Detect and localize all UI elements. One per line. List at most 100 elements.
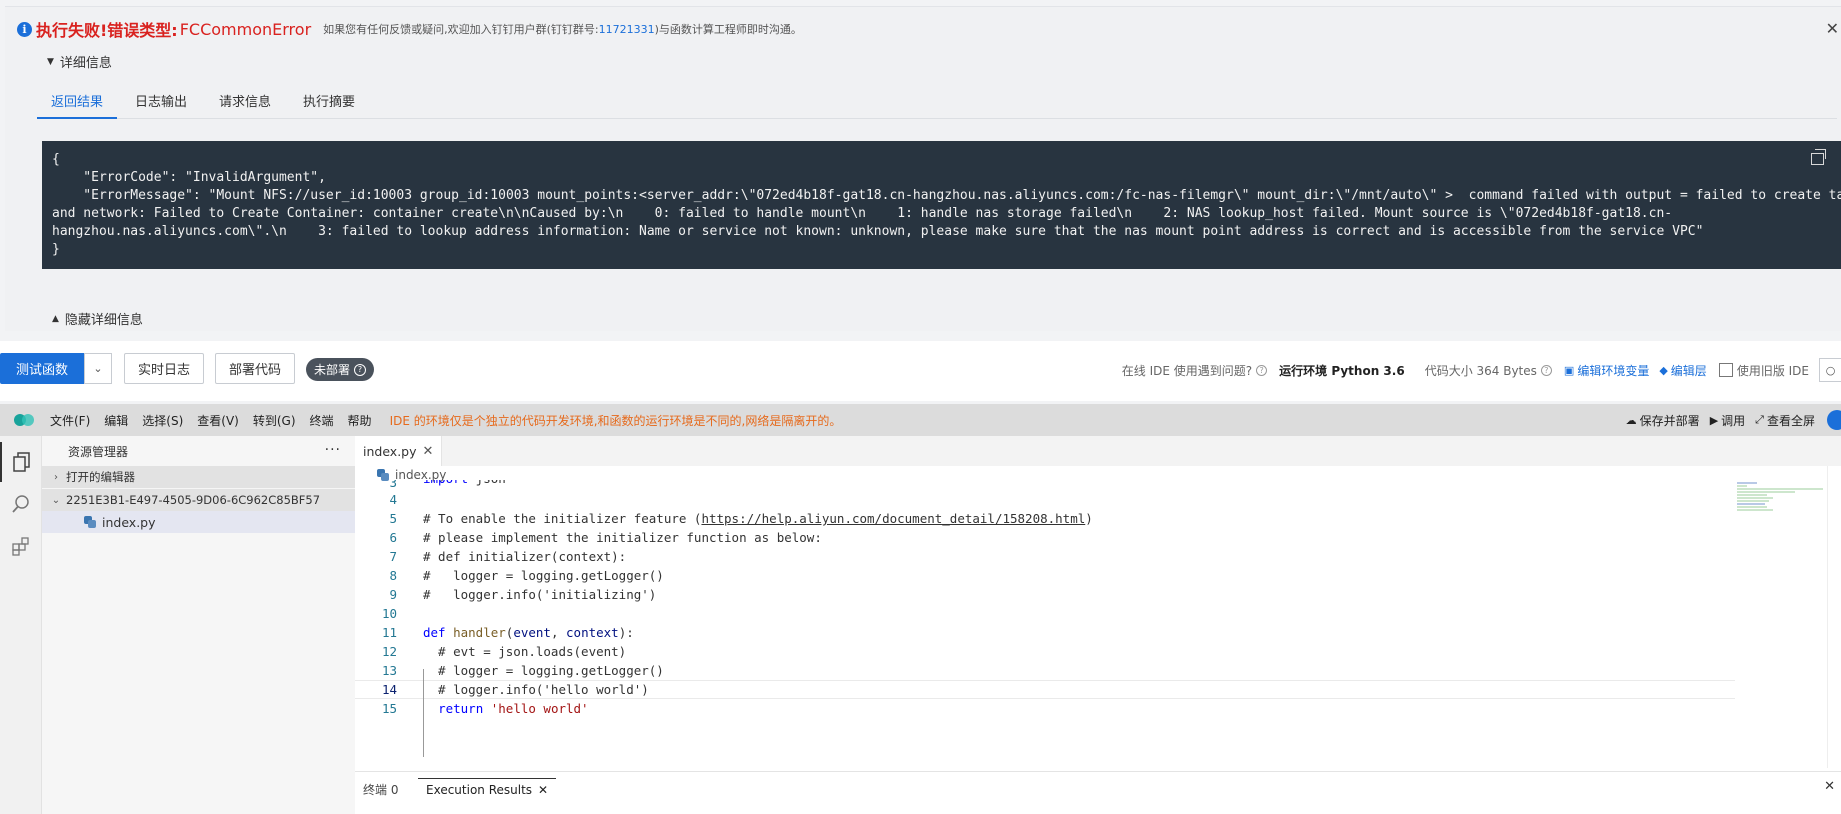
minimap[interactable] [1737, 482, 1827, 522]
bottom-panel: 终端 0 Execution Results ✕ ✕ [355, 771, 1841, 814]
search-icon[interactable]: ○ [1819, 358, 1841, 382]
edit-env-link[interactable]: 编辑环境变量 [1577, 362, 1649, 379]
explorer-panel: 资源管理器 ··· › 打开的编辑器 ⌄ 2251E3B1-E497-4505-… [42, 436, 355, 814]
error-tip: 如果您有任何反馈或疑问,欢迎加入钉钉用户群(钉钉群号:11721331)与函数计… [323, 23, 802, 36]
menu-file[interactable]: 文件(F) [50, 412, 90, 429]
avatar[interactable] [1827, 410, 1841, 430]
ide-actions: ☁ 保存并部署 ▶ 调用 ⤢ 查看全屏 [1616, 404, 1841, 436]
code-line: 15 return 'hello world' [381, 701, 589, 716]
group-number[interactable]: 11721331 [599, 23, 655, 36]
code-line: 5 # To enable the initializer feature (ht… [389, 511, 1093, 526]
menu-selection[interactable]: 选择(S) [142, 412, 183, 429]
close-icon[interactable]: ✕ [538, 783, 548, 797]
hide-detail-toggle[interactable]: ▲ 隐藏详细信息 [52, 309, 143, 328]
fullscreen-button[interactable]: ⤢ 查看全屏 [1755, 412, 1815, 429]
output-line: and network: Failed to Create Container:… [52, 206, 1673, 221]
cloud-upload-icon: ☁ [1625, 413, 1637, 427]
tab-request-info[interactable]: 请求信息 [205, 83, 285, 119]
activity-bar [0, 436, 42, 814]
copy-icon[interactable] [1811, 149, 1826, 165]
page-root: i 执行失败!错误类型: FCCommonError 如果您有任何反馈或疑问,欢… [0, 0, 1841, 814]
code-line: 10 [381, 606, 397, 621]
open-editors-section[interactable]: › 打开的编辑器 [42, 466, 355, 488]
help-icon: ? [354, 363, 367, 376]
function-toolbar: 测试函数 ⌄ 实时日志 部署代码 未部署 ? 在线 IDE 使用遇到问题? ? … [0, 341, 1841, 401]
menu-terminal[interactable]: 终端 [310, 412, 334, 429]
close-icon[interactable]: ✕ [1826, 19, 1839, 38]
code-line: 4 [389, 492, 397, 507]
search-icon[interactable] [0, 484, 42, 524]
status-badge[interactable]: 未部署 ? [306, 358, 375, 381]
error-output: { "ErrorCode": "InvalidArgument", "Error… [42, 141, 1841, 269]
error-type: FCCommonError [179, 19, 312, 39]
code-editor: index.py ✕ index.py 3import json 4 5# To… [355, 436, 1841, 814]
editor-tabbar: index.py ✕ [355, 436, 1841, 466]
result-tabs: 返回结果 日志输出 请求信息 执行摘要 [37, 83, 1837, 119]
deploy-code-button[interactable]: 部署代码 [215, 353, 295, 384]
output-line: { [52, 152, 60, 167]
triangle-up-icon: ▲ [52, 313, 59, 324]
menu-view[interactable]: 查看(V) [197, 412, 239, 429]
output-line: "ErrorCode": "InvalidArgument", [52, 170, 326, 185]
code-line: 8 # logger = logging.getLogger() [389, 568, 664, 583]
code-size-label: 代码大小 364 Bytes [1424, 363, 1537, 378]
code-line: 13 # logger = logging.getLogger() [381, 663, 664, 678]
scrollbar[interactable] [1827, 466, 1841, 768]
help-icon: ? [1256, 364, 1268, 376]
chevron-down-icon: ⌄ [51, 494, 61, 506]
close-icon[interactable]: ✕ [423, 444, 434, 459]
ide-notice: IDE 的环境仅是个独立的代码开发环境,和函数的运行环境是不同的,网络是隔离开的… [389, 413, 842, 428]
web-ide: 文件(F) 编辑 选择(S) 查看(V) 转到(G) 终端 帮助 IDE 的环境… [0, 404, 1841, 814]
test-function-button[interactable]: 测试函数 ⌄ [0, 353, 112, 384]
logo-icon [14, 411, 38, 429]
indent-guide [423, 669, 424, 757]
tab-execution-results[interactable]: Execution Results ✕ [418, 778, 557, 800]
save-deploy-button[interactable]: ☁ 保存并部署 [1626, 412, 1700, 429]
output-line: "ErrorMessage": "Mount NFS://user_id:100… [52, 188, 1841, 203]
file-item[interactable]: index.py [42, 511, 355, 533]
folder-section[interactable]: ⌄ 2251E3B1-E497-4505-9D06-6C962C85BF57 [42, 489, 355, 511]
detail-toggle[interactable]: ▼ 详细信息 [47, 52, 112, 71]
edit-layer-link[interactable]: 编辑层 [1671, 362, 1707, 379]
close-icon[interactable]: ✕ [1824, 779, 1835, 794]
toolbar-info: 在线 IDE 使用遇到问题? ? 运行环境 Python 3.6 代码大小 36… [1122, 358, 1841, 382]
tab-terminal[interactable]: 终端 0 [363, 778, 398, 800]
error-panel: i 执行失败!错误类型: FCCommonError 如果您有任何反馈或疑问,欢… [5, 6, 1841, 331]
triangle-down-icon: ▼ [47, 56, 54, 67]
menu-help[interactable]: 帮助 [348, 412, 372, 429]
code-lines[interactable]: 3import json 4 5# To enable the initiali… [355, 480, 1735, 770]
code-line: 7 # def initializer(context): [389, 549, 627, 564]
error-title: 执行失败!错误类型: [36, 21, 178, 40]
output-line: } [52, 242, 60, 257]
files-icon[interactable] [0, 442, 42, 482]
extensions-icon[interactable] [0, 526, 42, 566]
python-file-icon [84, 516, 96, 528]
runtime-label: 运行环境 Python 3.6 [1279, 363, 1405, 378]
code-line: 12 # evt = json.loads(event) [381, 644, 627, 659]
editor-tab[interactable]: index.py ✕ [355, 436, 443, 466]
code-line: 6 # please implement the initializer func… [389, 530, 822, 545]
env-icon: ▣ [1563, 363, 1575, 377]
chevron-right-icon: › [54, 471, 58, 483]
code-line: 11 def handler(event, context): [381, 625, 634, 640]
ide-help-link[interactable]: 在线 IDE 使用遇到问题? [1122, 362, 1252, 379]
error-header: i 执行失败!错误类型: FCCommonError 如果您有任何反馈或疑问,欢… [17, 17, 802, 41]
tab-return-result[interactable]: 返回结果 [37, 83, 118, 119]
menu-edit[interactable]: 编辑 [104, 412, 128, 429]
chevron-down-icon[interactable]: ⌄ [84, 353, 112, 384]
tab-execution-summary[interactable]: 执行摘要 [289, 83, 369, 119]
help-icon: ? [1540, 364, 1552, 376]
invoke-button[interactable]: ▶ 调用 [1710, 412, 1745, 429]
old-ide-checkbox[interactable] [1718, 363, 1733, 377]
ide-menubar: 文件(F) 编辑 选择(S) 查看(V) 转到(G) 终端 帮助 IDE 的环境… [0, 404, 1841, 436]
play-icon: ▶ [1709, 413, 1719, 427]
more-icon[interactable]: ··· [325, 442, 341, 458]
old-ide-label: 使用旧版 IDE [1736, 363, 1809, 378]
layer-icon: ◆ [1659, 363, 1668, 377]
realtime-log-button[interactable]: 实时日志 [124, 353, 204, 384]
menu-goto[interactable]: 转到(G) [253, 412, 296, 429]
info-icon: i [17, 21, 32, 37]
output-line: hangzhou.nas.aliyuncs.com\".\n 3: failed… [52, 224, 1704, 239]
tab-log-output[interactable]: 日志输出 [121, 83, 201, 119]
code-line: 9 # logger.info('initializing') [389, 587, 657, 602]
